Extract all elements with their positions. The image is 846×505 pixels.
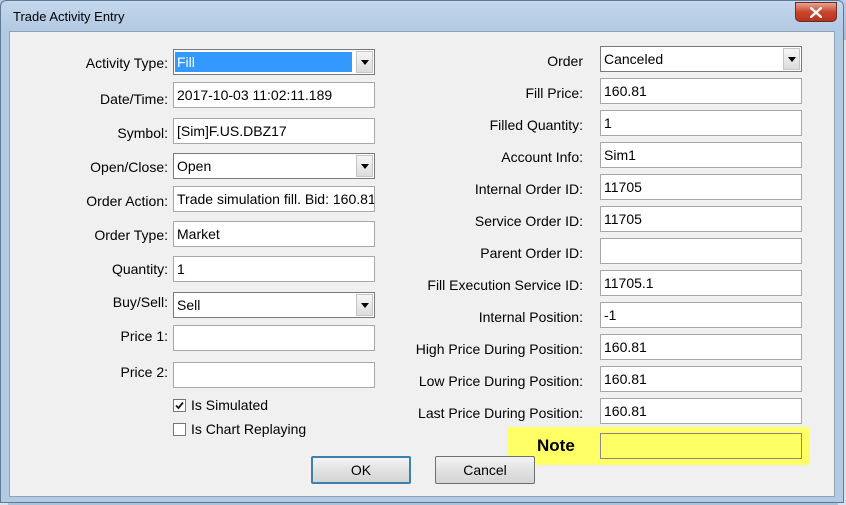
is-simulated-label: Is Simulated: [191, 397, 269, 413]
order-value: Canceled: [604, 51, 664, 67]
chevron-down-icon: [360, 302, 369, 308]
trade-activity-dialog: Trade Activity Entry Activity Type: Fill…: [0, 0, 844, 503]
internal-position-field[interactable]: -1: [600, 302, 802, 328]
dialog-client-area: Activity Type: Fill Date/Time: 2017-10-0…: [9, 31, 835, 497]
buy-sell-label: Buy/Sell:: [112, 294, 168, 310]
order-type-field[interactable]: Market: [173, 221, 375, 247]
account-info-field[interactable]: Sim1: [600, 142, 802, 168]
open-close-dropdown-arrow[interactable]: [356, 155, 373, 177]
last-price-label: Last Price During Position:: [418, 405, 583, 421]
price2-field[interactable]: [173, 362, 375, 388]
fill-execution-service-id-label: Fill Execution Service ID:: [427, 277, 583, 293]
open-close-label: Open/Close:: [90, 159, 168, 175]
price2-label: Price 2:: [120, 364, 168, 380]
account-info-label: Account Info:: [501, 149, 583, 165]
activity-type-select[interactable]: Fill: [173, 49, 375, 75]
cancel-button[interactable]: Cancel: [435, 456, 535, 484]
parent-order-id-field[interactable]: [600, 238, 802, 264]
quantity-field[interactable]: 1: [173, 256, 375, 282]
filled-quantity-label: Filled Quantity:: [489, 117, 583, 133]
order-select[interactable]: Canceled: [600, 46, 802, 72]
fill-price-label: Fill Price:: [525, 85, 583, 101]
buy-sell-dropdown-arrow[interactable]: [356, 294, 373, 316]
price1-label: Price 1:: [120, 328, 168, 344]
is-chart-replaying-label: Is Chart Replaying: [191, 421, 307, 437]
activity-type-label: Activity Type:: [85, 55, 168, 71]
last-price-field[interactable]: 160.81: [600, 398, 802, 424]
buy-sell-select[interactable]: Sell: [173, 292, 375, 318]
date-time-field[interactable]: 2017-10-03 11:02:11.189: [173, 82, 375, 108]
service-order-id-field[interactable]: 11705: [600, 206, 802, 232]
low-price-label: Low Price During Position:: [418, 373, 583, 389]
note-field[interactable]: [600, 433, 802, 459]
title-bar[interactable]: Trade Activity Entry: [1, 1, 843, 31]
close-button[interactable]: [795, 2, 837, 22]
activity-type-dropdown-arrow[interactable]: [356, 51, 373, 73]
high-price-label: High Price During Position:: [415, 341, 583, 357]
chevron-down-icon: [787, 56, 796, 62]
date-time-label: Date/Time:: [100, 91, 168, 107]
ok-button[interactable]: OK: [311, 456, 411, 484]
activity-type-value: Fill: [175, 52, 352, 72]
internal-position-label: Internal Position:: [478, 309, 583, 325]
quantity-label: Quantity:: [111, 261, 168, 277]
order-label: Order: [547, 53, 583, 69]
filled-quantity-field[interactable]: 1: [600, 110, 802, 136]
open-close-select[interactable]: Open: [173, 153, 375, 179]
price1-field[interactable]: [173, 325, 375, 351]
close-icon: [810, 6, 822, 18]
order-type-label: Order Type:: [94, 227, 168, 243]
order-action-field[interactable]: Trade simulation fill. Bid: 160.81 A: [173, 186, 375, 212]
low-price-field[interactable]: 160.81: [600, 366, 802, 392]
buy-sell-value: Sell: [177, 297, 201, 313]
order-action-label: Order Action:: [86, 193, 168, 209]
symbol-label: Symbol:: [117, 125, 168, 141]
window-title: Trade Activity Entry: [13, 9, 125, 24]
open-close-value: Open: [177, 158, 212, 174]
order-dropdown-arrow[interactable]: [783, 48, 800, 70]
chevron-down-icon: [360, 163, 369, 169]
high-price-field[interactable]: 160.81: [600, 334, 802, 360]
internal-order-id-field[interactable]: 11705: [600, 174, 802, 200]
fill-execution-service-id-field[interactable]: 11705.1: [600, 270, 802, 296]
is-simulated-checkbox[interactable]: [173, 399, 186, 412]
parent-order-id-label: Parent Order ID:: [480, 245, 583, 261]
internal-order-id-label: Internal Order ID:: [474, 181, 583, 197]
symbol-field[interactable]: [Sim]F.US.DBZ17: [173, 118, 375, 144]
checkmark-icon: [175, 401, 184, 410]
is-chart-replaying-checkbox[interactable]: [173, 423, 186, 436]
note-label: Note: [537, 436, 575, 455]
service-order-id-label: Service Order ID:: [474, 213, 583, 229]
chevron-down-icon: [360, 59, 369, 65]
fill-price-field[interactable]: 160.81: [600, 78, 802, 104]
